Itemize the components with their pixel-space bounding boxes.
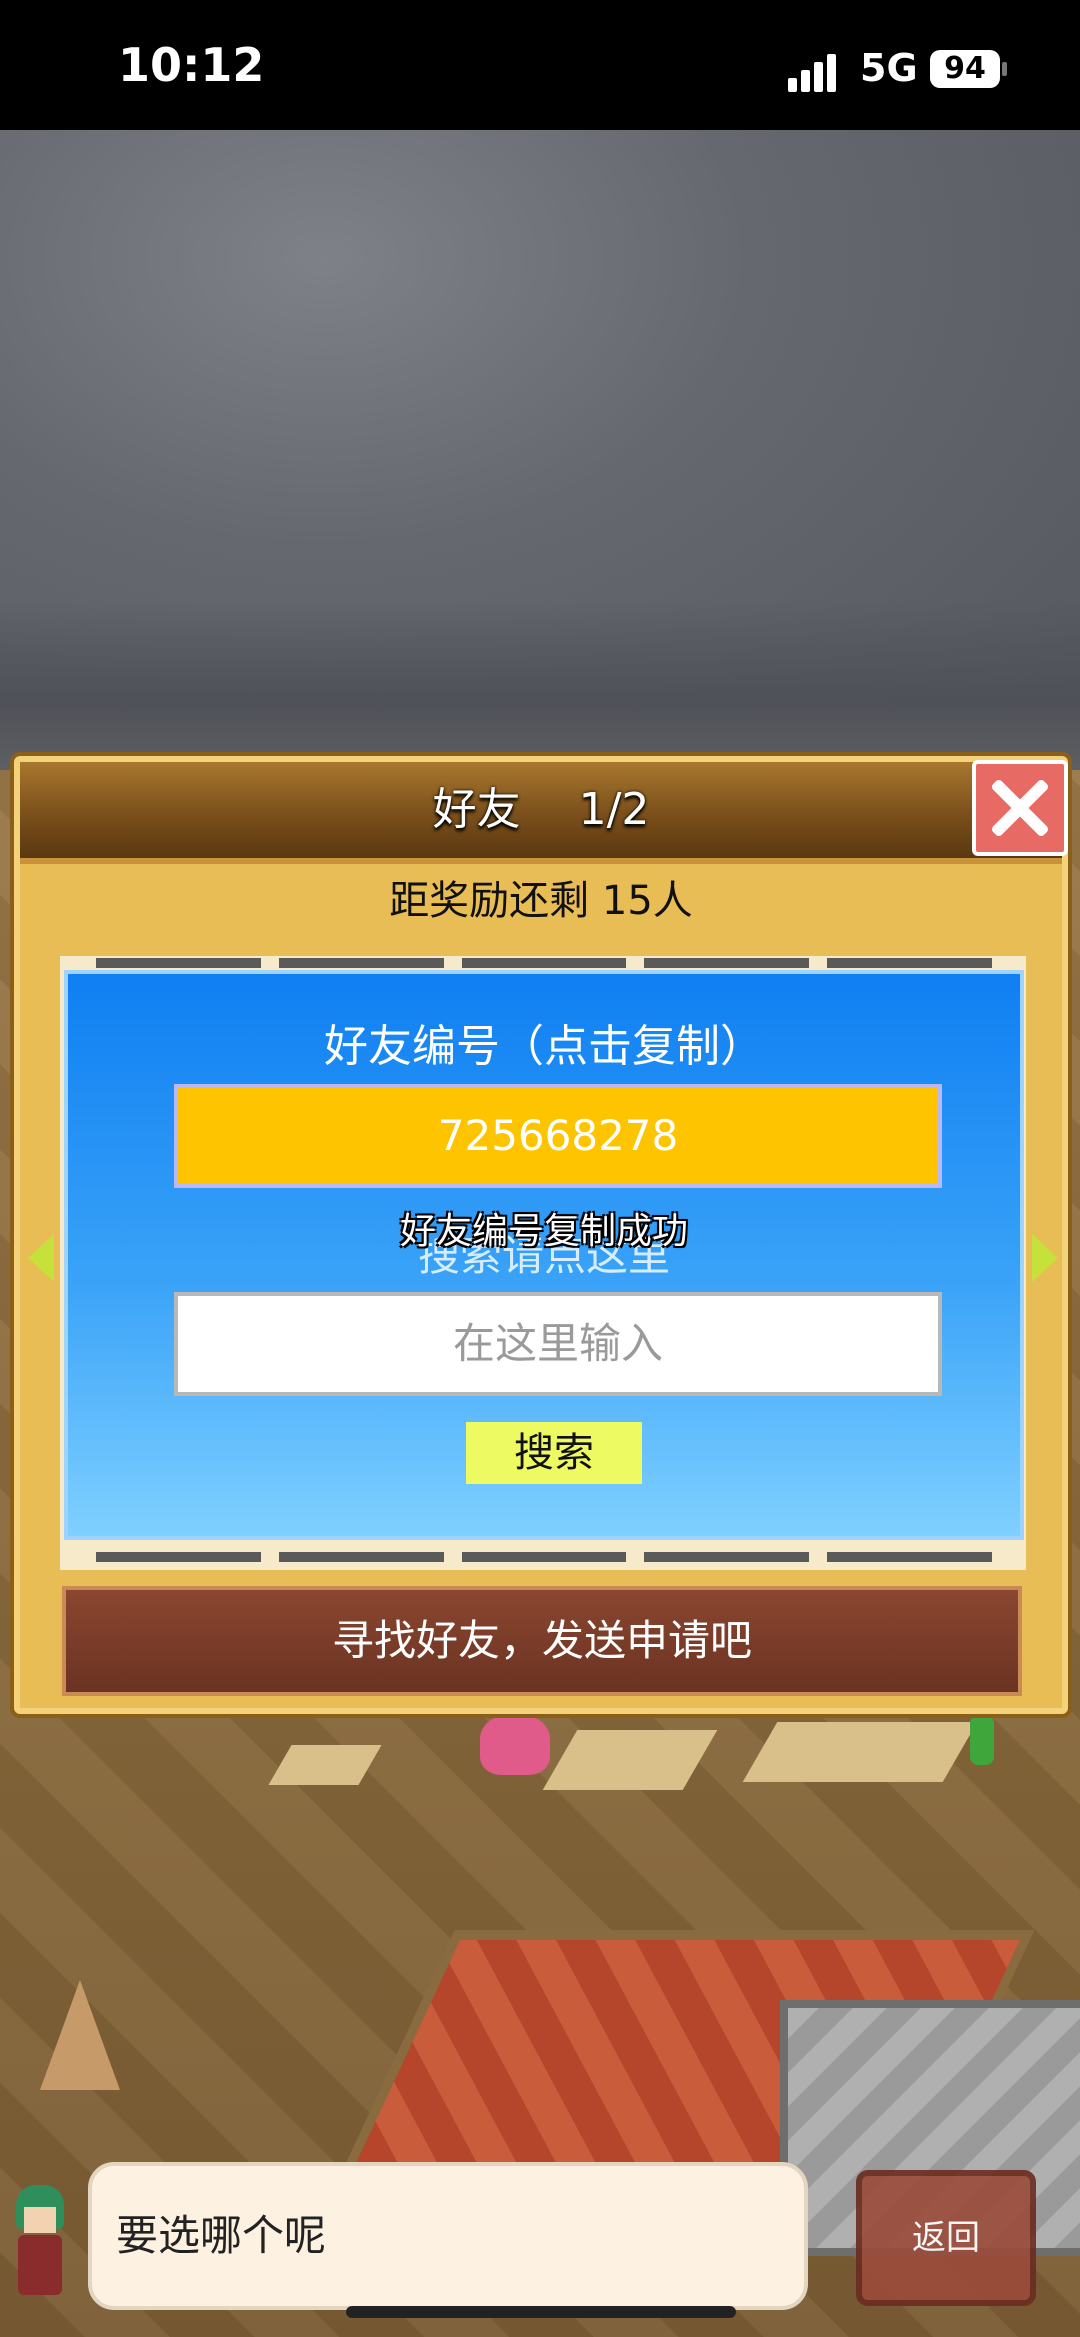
friend-id-label: 好友编号（点击复制） bbox=[324, 1021, 764, 1072]
battery-cap bbox=[1002, 62, 1007, 76]
friends-dialog: 好友 1/2 距奖励还剩 15人 好友编号（点击复制） 725668278 搜索… bbox=[10, 752, 1072, 1718]
sand-tile bbox=[742, 1722, 978, 1782]
copy-success-toast: 好友编号复制成功 bbox=[399, 1211, 688, 1252]
home-indicator[interactable] bbox=[346, 2306, 736, 2318]
rock-decoration bbox=[40, 1980, 120, 2090]
page-tabs-top bbox=[96, 958, 992, 968]
next-page-arrow-icon[interactable] bbox=[1032, 1234, 1058, 1282]
page-tabs-bottom bbox=[96, 1552, 992, 1562]
search-button[interactable]: 搜索 bbox=[466, 1422, 642, 1484]
status-bar: 10:12 5G 94 bbox=[0, 0, 1080, 130]
find-friends-button[interactable]: 寻找好友，发送申请吧 bbox=[62, 1586, 1022, 1696]
prev-page-arrow-icon[interactable] bbox=[28, 1234, 54, 1282]
speech-bubble: 要选哪个呢 bbox=[88, 2162, 808, 2310]
status-time: 10:12 bbox=[118, 38, 265, 92]
friend-id-copy-button[interactable]: 725668278 bbox=[174, 1084, 942, 1188]
battery-icon: 94 bbox=[930, 50, 1000, 88]
reward-remaining-text: 距奖励还剩 15人 bbox=[389, 878, 693, 924]
dialog-title: 好友 1/2 bbox=[432, 784, 650, 835]
network-type: 5G bbox=[860, 46, 918, 90]
friend-search-input[interactable]: 在这里输入 bbox=[174, 1292, 942, 1396]
close-button[interactable] bbox=[972, 760, 1068, 856]
advisor-character bbox=[8, 2185, 72, 2305]
friend-code-panel: 好友编号（点击复制） 725668278 搜索请点这里 好友编号复制成功 在这里… bbox=[64, 970, 1024, 1540]
friend-panel-frame: 好友编号（点击复制） 725668278 搜索请点这里 好友编号复制成功 在这里… bbox=[60, 956, 1026, 1570]
cloud-layer bbox=[0, 600, 1080, 770]
speech-text: 要选哪个呢 bbox=[116, 2211, 327, 2260]
cactus-decoration bbox=[970, 1715, 994, 1765]
dialog-header: 好友 1/2 bbox=[20, 762, 1062, 864]
signal-icon bbox=[788, 52, 846, 92]
crystal-decoration bbox=[480, 1715, 550, 1775]
back-button[interactable]: 返回 bbox=[856, 2170, 1036, 2306]
